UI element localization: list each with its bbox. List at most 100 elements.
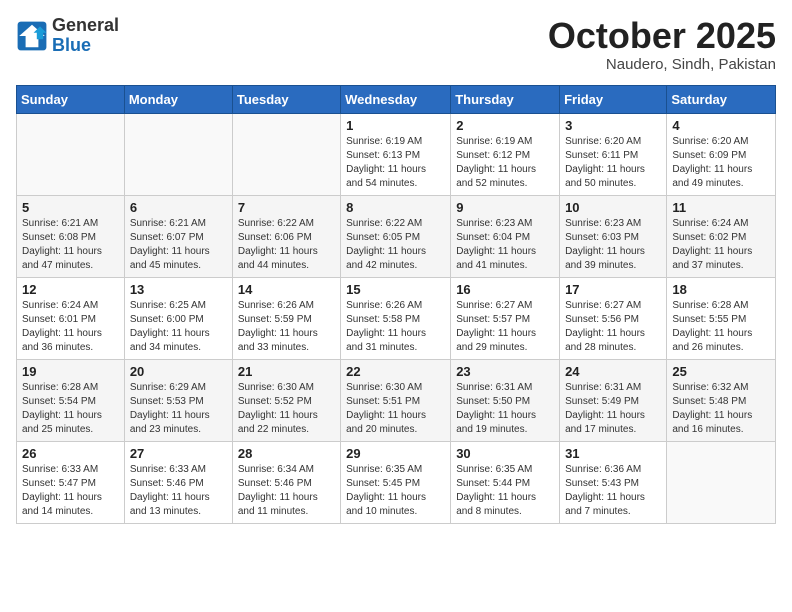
day-number: 18 — [672, 282, 770, 297]
day-info: Sunrise: 6:26 AM Sunset: 5:58 PM Dayligh… — [346, 299, 445, 355]
title-block: October 2025 Naudero, Sindh, Pakistan — [548, 16, 776, 73]
weekday-header-wednesday: Wednesday — [341, 85, 451, 113]
day-info: Sunrise: 6:33 AM Sunset: 5:47 PM Dayligh… — [22, 463, 119, 519]
day-number: 15 — [346, 282, 445, 297]
day-number: 27 — [130, 446, 227, 461]
day-info: Sunrise: 6:27 AM Sunset: 5:56 PM Dayligh… — [565, 299, 661, 355]
day-info: Sunrise: 6:21 AM Sunset: 6:08 PM Dayligh… — [22, 217, 119, 273]
day-info: Sunrise: 6:19 AM Sunset: 6:12 PM Dayligh… — [456, 135, 554, 191]
calendar-cell: 6Sunrise: 6:21 AM Sunset: 6:07 PM Daylig… — [124, 195, 232, 277]
day-number: 10 — [565, 200, 661, 215]
calendar-header-row: SundayMondayTuesdayWednesdayThursdayFrid… — [17, 85, 776, 113]
calendar-cell: 19 Sunrise: 6:28 AM Sunset: 5:54 PM Dayli… — [17, 359, 125, 441]
day-number: 20 — [130, 364, 227, 379]
weekday-header-saturday: Saturday — [667, 85, 776, 113]
calendar-cell: 31Sunrise: 6:36 AM Sunset: 5:43 PM Dayli… — [560, 441, 667, 523]
calendar-cell: 18 Sunrise: 6:28 AM Sunset: 5:55 PM Dayli… — [667, 277, 776, 359]
day-number: 4 — [672, 118, 770, 133]
weekday-header-sunday: Sunday — [17, 85, 125, 113]
day-number: 23 — [456, 364, 554, 379]
day-number: 1 — [346, 118, 445, 133]
calendar-cell: 7Sunrise: 6:22 AM Sunset: 6:06 PM Daylig… — [232, 195, 340, 277]
day-number: 5 — [22, 200, 119, 215]
calendar-cell: 28 Sunrise: 6:34 AM Sunset: 5:46 PM Dayli… — [232, 441, 340, 523]
calendar-cell: 1 Sunrise: 6:19 AM Sunset: 6:13 PM Daylig… — [341, 113, 451, 195]
calendar-cell: 4Sunrise: 6:20 AM Sunset: 6:09 PM Daylig… — [667, 113, 776, 195]
calendar-cell: 30 Sunrise: 6:35 AM Sunset: 5:44 PM Dayli… — [451, 441, 560, 523]
calendar-cell — [124, 113, 232, 195]
day-info: Sunrise: 6:31 AM Sunset: 5:50 PM Dayligh… — [456, 381, 554, 437]
day-info: Sunrise: 6:21 AM Sunset: 6:07 PM Dayligh… — [130, 217, 227, 273]
day-number: 30 — [456, 446, 554, 461]
weekday-header-monday: Monday — [124, 85, 232, 113]
calendar-cell: 21 Sunrise: 6:30 AM Sunset: 5:52 PM Dayli… — [232, 359, 340, 441]
day-info: Sunrise: 6:31 AM Sunset: 5:49 PM Dayligh… — [565, 381, 661, 437]
day-info: Sunrise: 6:19 AM Sunset: 6:13 PM Dayligh… — [346, 135, 445, 191]
day-info: Sunrise: 6:27 AM Sunset: 5:57 PM Dayligh… — [456, 299, 554, 355]
calendar-cell: 16 Sunrise: 6:27 AM Sunset: 5:57 PM Dayli… — [451, 277, 560, 359]
day-info: Sunrise: 6:30 AM Sunset: 5:52 PM Dayligh… — [238, 381, 335, 437]
month-title: October 2025 — [548, 16, 776, 56]
calendar-cell: 23 Sunrise: 6:31 AM Sunset: 5:50 PM Dayli… — [451, 359, 560, 441]
day-number: 12 — [22, 282, 119, 297]
day-number: 21 — [238, 364, 335, 379]
day-info: Sunrise: 6:26 AM Sunset: 5:59 PM Dayligh… — [238, 299, 335, 355]
day-info: Sunrise: 6:22 AM Sunset: 6:05 PM Dayligh… — [346, 217, 445, 273]
logo-blue-text: Blue — [52, 36, 119, 56]
day-info: Sunrise: 6:23 AM Sunset: 6:04 PM Dayligh… — [456, 217, 554, 273]
day-number: 26 — [22, 446, 119, 461]
day-info: Sunrise: 6:24 AM Sunset: 6:01 PM Dayligh… — [22, 299, 119, 355]
calendar-cell: 22 Sunrise: 6:30 AM Sunset: 5:51 PM Dayli… — [341, 359, 451, 441]
day-number: 16 — [456, 282, 554, 297]
calendar-cell: 17 Sunrise: 6:27 AM Sunset: 5:56 PM Dayli… — [560, 277, 667, 359]
location-text: Naudero, Sindh, Pakistan — [548, 56, 776, 73]
day-number: 25 — [672, 364, 770, 379]
calendar-cell: 10 Sunrise: 6:23 AM Sunset: 6:03 PM Dayli… — [560, 195, 667, 277]
day-info: Sunrise: 6:35 AM Sunset: 5:45 PM Dayligh… — [346, 463, 445, 519]
calendar-cell: 15 Sunrise: 6:26 AM Sunset: 5:58 PM Dayli… — [341, 277, 451, 359]
day-info: Sunrise: 6:35 AM Sunset: 5:44 PM Dayligh… — [456, 463, 554, 519]
calendar-week-row: 1 Sunrise: 6:19 AM Sunset: 6:13 PM Daylig… — [17, 113, 776, 195]
calendar-table: SundayMondayTuesdayWednesdayThursdayFrid… — [16, 85, 776, 524]
page-header: General Blue October 2025 Naudero, Sindh… — [16, 16, 776, 73]
day-number: 24 — [565, 364, 661, 379]
calendar-week-row: 26 Sunrise: 6:33 AM Sunset: 5:47 PM Dayli… — [17, 441, 776, 523]
calendar-cell: 25Sunrise: 6:32 AM Sunset: 5:48 PM Dayli… — [667, 359, 776, 441]
calendar-cell: 12 Sunrise: 6:24 AM Sunset: 6:01 PM Dayli… — [17, 277, 125, 359]
day-number: 31 — [565, 446, 661, 461]
calendar-cell: 8Sunrise: 6:22 AM Sunset: 6:05 PM Daylig… — [341, 195, 451, 277]
calendar-cell: 27Sunrise: 6:33 AM Sunset: 5:46 PM Dayli… — [124, 441, 232, 523]
calendar-cell — [17, 113, 125, 195]
calendar-cell — [232, 113, 340, 195]
calendar-cell: 26 Sunrise: 6:33 AM Sunset: 5:47 PM Dayli… — [17, 441, 125, 523]
logo: General Blue — [16, 16, 119, 56]
calendar-cell: 20 Sunrise: 6:29 AM Sunset: 5:53 PM Dayli… — [124, 359, 232, 441]
calendar-cell: 14Sunrise: 6:26 AM Sunset: 5:59 PM Dayli… — [232, 277, 340, 359]
day-number: 17 — [565, 282, 661, 297]
day-info: Sunrise: 6:29 AM Sunset: 5:53 PM Dayligh… — [130, 381, 227, 437]
calendar-cell — [667, 441, 776, 523]
day-number: 3 — [565, 118, 661, 133]
day-info: Sunrise: 6:23 AM Sunset: 6:03 PM Dayligh… — [565, 217, 661, 273]
calendar-cell: 3Sunrise: 6:20 AM Sunset: 6:11 PM Daylig… — [560, 113, 667, 195]
calendar-cell: 2 Sunrise: 6:19 AM Sunset: 6:12 PM Daylig… — [451, 113, 560, 195]
day-info: Sunrise: 6:34 AM Sunset: 5:46 PM Dayligh… — [238, 463, 335, 519]
calendar-cell: 13Sunrise: 6:25 AM Sunset: 6:00 PM Dayli… — [124, 277, 232, 359]
calendar-cell: 11Sunrise: 6:24 AM Sunset: 6:02 PM Dayli… — [667, 195, 776, 277]
day-info: Sunrise: 6:28 AM Sunset: 5:54 PM Dayligh… — [22, 381, 119, 437]
day-number: 22 — [346, 364, 445, 379]
day-info: Sunrise: 6:28 AM Sunset: 5:55 PM Dayligh… — [672, 299, 770, 355]
calendar-week-row: 5 Sunrise: 6:21 AM Sunset: 6:08 PM Daylig… — [17, 195, 776, 277]
day-number: 29 — [346, 446, 445, 461]
day-number: 19 — [22, 364, 119, 379]
day-number: 2 — [456, 118, 554, 133]
calendar-cell: 24 Sunrise: 6:31 AM Sunset: 5:49 PM Dayli… — [560, 359, 667, 441]
day-info: Sunrise: 6:30 AM Sunset: 5:51 PM Dayligh… — [346, 381, 445, 437]
calendar-week-row: 12 Sunrise: 6:24 AM Sunset: 6:01 PM Dayli… — [17, 277, 776, 359]
weekday-header-tuesday: Tuesday — [232, 85, 340, 113]
day-number: 28 — [238, 446, 335, 461]
logo-icon — [16, 20, 48, 52]
calendar-week-row: 19 Sunrise: 6:28 AM Sunset: 5:54 PM Dayli… — [17, 359, 776, 441]
calendar-cell: 29 Sunrise: 6:35 AM Sunset: 5:45 PM Dayli… — [341, 441, 451, 523]
logo-general-text: General — [52, 16, 119, 36]
